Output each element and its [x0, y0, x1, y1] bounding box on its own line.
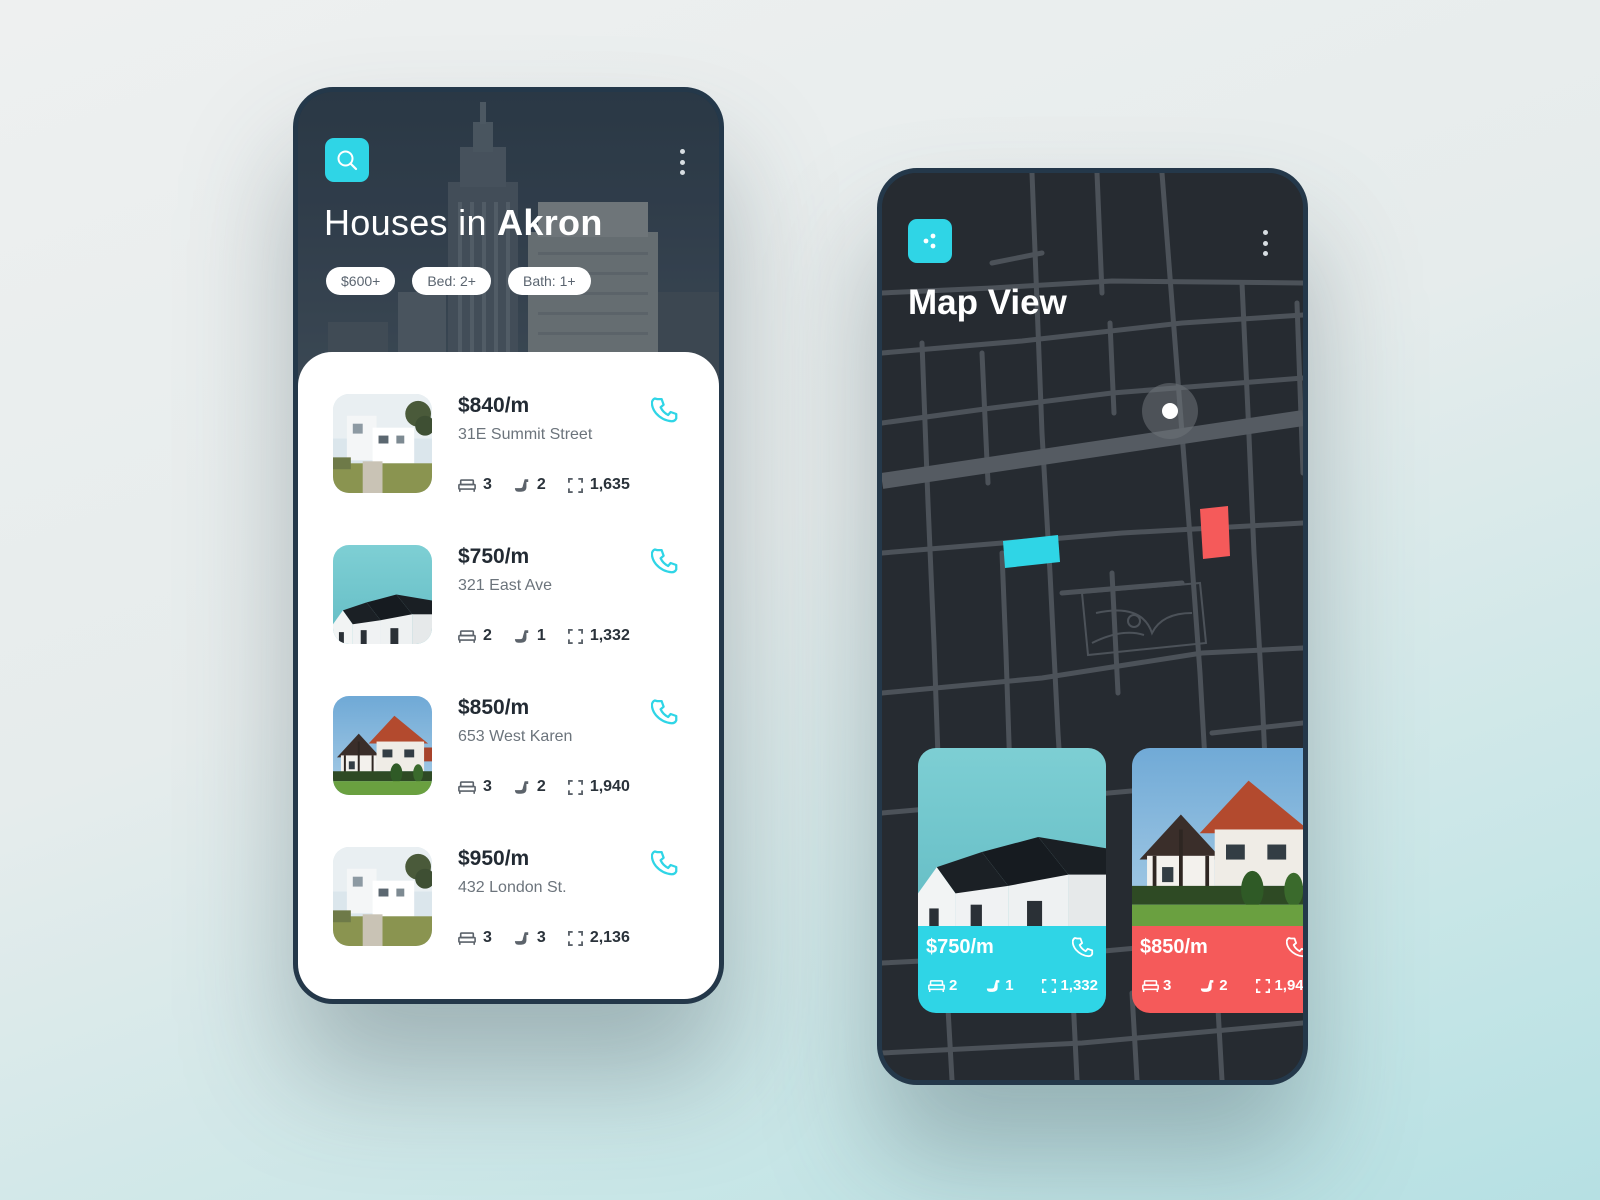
listing-price: $850/m [458, 696, 530, 719]
baths-stat: 2 [1200, 977, 1228, 994]
listing-price: $750/m [458, 545, 530, 568]
listing-photo [333, 696, 432, 795]
bed-icon [928, 979, 945, 993]
phone-icon[interactable] [1286, 936, 1308, 960]
phone-icon[interactable] [1072, 936, 1096, 960]
listings-panel: $840/m 31E Summit Street 3 2 1,635 $750/… [298, 352, 719, 999]
area-icon [568, 478, 583, 493]
bed-icon [458, 780, 476, 795]
phone-icon[interactable] [651, 547, 681, 577]
listing-item[interactable]: $950/m 432 London St. 3 3 2,136 [333, 847, 693, 947]
listing-stats: 3 3 2,136 [458, 929, 652, 947]
bed-icon [1142, 979, 1159, 993]
bath-icon [514, 780, 530, 795]
map-listing-card[interactable]: $850/m 3 2 1,940 [1132, 748, 1308, 1013]
list-screen: Houses in Akron $600+ Bed: 2+ Bath: 1+ $… [293, 87, 724, 1004]
card-stats: 3 2 1,940 [1142, 977, 1303, 994]
listing-address: 653 West Karen [458, 728, 573, 745]
beds-stat: 3 [458, 929, 492, 947]
card-photo [1132, 748, 1308, 926]
phone-icon[interactable] [651, 698, 681, 728]
listing-price: $840/m [458, 394, 530, 417]
listing-item[interactable]: $840/m 31E Summit Street 3 2 1,635 [333, 394, 693, 494]
bath-icon [1200, 979, 1215, 993]
area-icon [568, 629, 583, 644]
area-stat: 1,332 [568, 627, 630, 645]
page-title: Houses in Akron [324, 202, 603, 243]
area-stat: 1,332 [1042, 977, 1098, 994]
card-info-band: $850/m 3 2 1,940 [1132, 926, 1308, 1013]
listing-address: 31E Summit Street [458, 426, 593, 443]
map-listing-card[interactable]: $750/m 2 1 1,332 [918, 748, 1106, 1013]
bath-icon [514, 478, 530, 493]
search-icon [337, 150, 358, 171]
listing-address: 432 London St. [458, 879, 567, 896]
beds-stat: 3 [1142, 977, 1171, 994]
area-icon [568, 780, 583, 795]
card-info-band: $750/m 2 1 1,332 [918, 926, 1106, 1013]
area-stat: 1,940 [1256, 977, 1303, 994]
bath-icon [986, 979, 1001, 993]
baths-stat: 1 [514, 627, 546, 645]
area-icon [568, 931, 583, 946]
baths-stat: 3 [514, 929, 546, 947]
kebab-menu-icon[interactable] [677, 146, 687, 178]
card-price: $750/m [926, 936, 994, 958]
map-marker-red [1200, 506, 1230, 559]
listing-stats: 2 1 1,332 [458, 627, 652, 645]
beds-stat: 2 [928, 977, 957, 994]
search-button[interactable] [325, 138, 369, 182]
listing-photo [333, 847, 432, 946]
phone-icon[interactable] [651, 396, 681, 426]
card-stats: 2 1 1,332 [928, 977, 1098, 994]
beds-stat: 3 [458, 476, 492, 494]
card-photo [918, 748, 1106, 926]
baths-stat: 2 [514, 778, 546, 796]
listing-photo [333, 394, 432, 493]
kebab-menu-icon[interactable] [1260, 227, 1270, 259]
listing-stats: 3 2 1,940 [458, 778, 652, 796]
beds-stat: 3 [458, 778, 492, 796]
share-icon [923, 233, 936, 249]
listing-address: 321 East Ave [458, 577, 552, 594]
share-button[interactable] [908, 219, 952, 263]
area-stat: 1,940 [568, 778, 630, 796]
location-dot [1162, 403, 1178, 419]
filter-chip-bath[interactable]: Bath: 1+ [507, 267, 591, 295]
listing-price: $950/m [458, 847, 530, 870]
area-stat: 1,635 [568, 476, 630, 494]
bed-icon [458, 629, 476, 644]
card-price: $850/m [1140, 936, 1208, 958]
baths-stat: 1 [986, 977, 1014, 994]
beds-stat: 2 [458, 627, 492, 645]
map-screen: Map View $750/m 2 1 1,332 $850/m 3 2 1,9… [877, 168, 1308, 1085]
filter-chips: $600+ Bed: 2+ Bath: 1+ [326, 267, 591, 295]
filter-chip-price[interactable]: $600+ [326, 267, 396, 295]
bath-icon [514, 931, 530, 946]
bath-icon [514, 629, 530, 644]
area-stat: 2,136 [568, 929, 630, 947]
filter-chip-bed[interactable]: Bed: 2+ [412, 267, 491, 295]
listing-photo [333, 545, 432, 644]
listing-item[interactable]: $850/m 653 West Karen 3 2 1,940 [333, 696, 693, 796]
map-title: Map View [908, 283, 1067, 322]
listing-item[interactable]: $750/m 321 East Ave 2 1 1,332 [333, 545, 693, 645]
bed-icon [458, 478, 476, 493]
area-icon [1042, 979, 1056, 993]
area-icon [1256, 979, 1270, 993]
listing-stats: 3 2 1,635 [458, 476, 652, 494]
phone-icon[interactable] [651, 849, 681, 879]
bed-icon [458, 931, 476, 946]
baths-stat: 2 [514, 476, 546, 494]
